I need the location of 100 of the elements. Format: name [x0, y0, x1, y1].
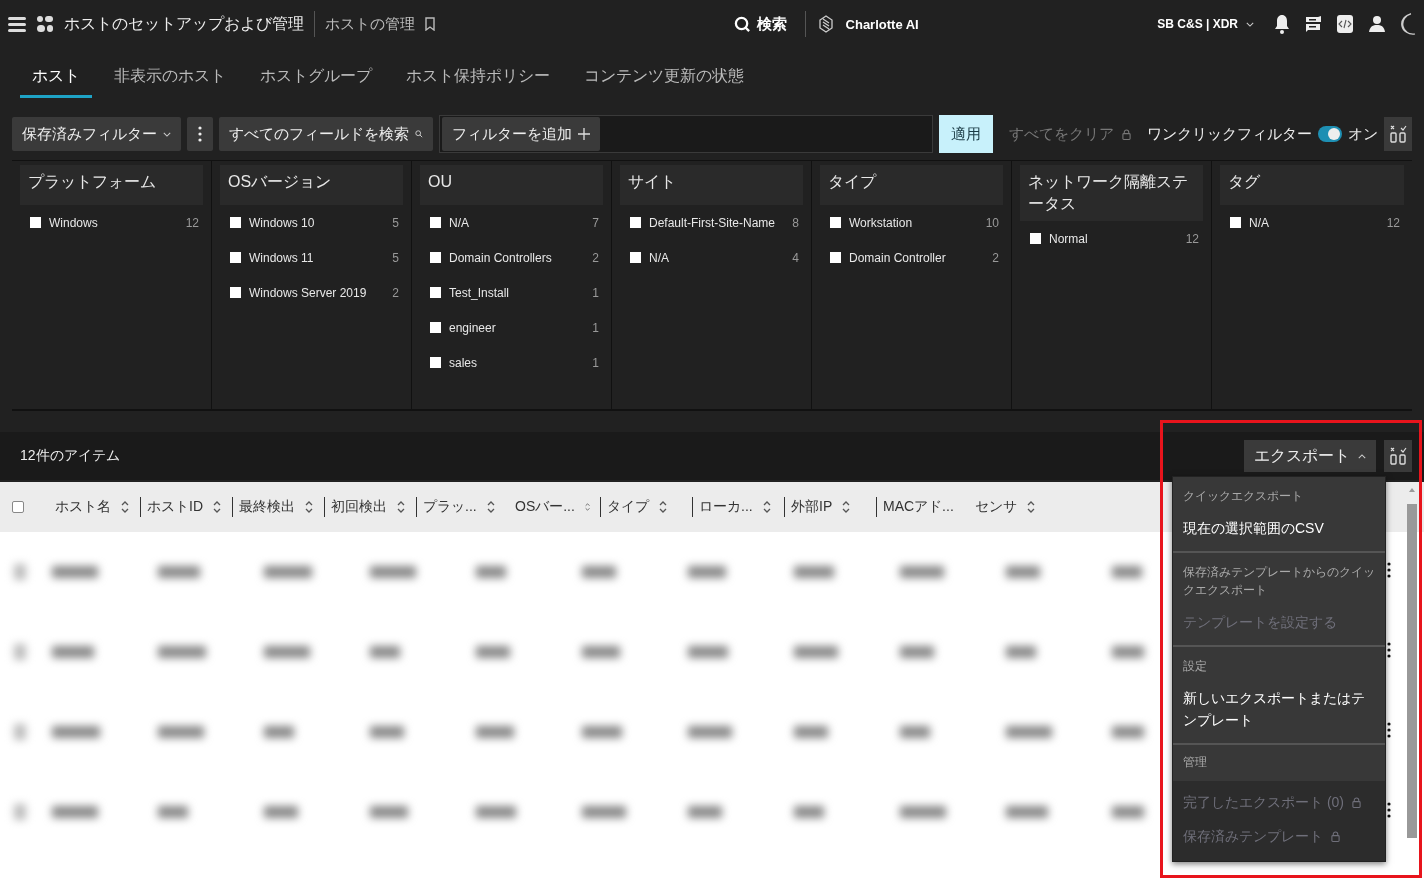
- checkbox[interactable]: [1230, 217, 1241, 228]
- facet-option-label[interactable]: N/A: [1249, 215, 1379, 230]
- columns-button[interactable]: [1384, 117, 1412, 151]
- facet-count: 12: [1185, 231, 1199, 246]
- select-all-checkbox[interactable]: [12, 501, 24, 513]
- checkbox[interactable]: [830, 217, 841, 228]
- columns-icon[interactable]: [1388, 446, 1408, 466]
- chat-icon[interactable]: [1304, 15, 1322, 33]
- checkbox[interactable]: [430, 217, 441, 228]
- checkbox[interactable]: [430, 252, 441, 263]
- facet-option-label[interactable]: Domain Controller: [849, 250, 985, 265]
- columns-icon[interactable]: [1388, 124, 1408, 144]
- bell-icon[interactable]: [1274, 14, 1290, 34]
- checkbox[interactable]: [230, 287, 241, 298]
- more-options-button[interactable]: [187, 117, 213, 151]
- column-header[interactable]: 最終検出: [232, 497, 320, 517]
- sort-icon: [486, 500, 495, 514]
- sort-icon: [659, 500, 667, 514]
- facet-option-label[interactable]: Normal: [1049, 231, 1178, 246]
- user-icon[interactable]: [1368, 15, 1386, 33]
- menu-item[interactable]: 現在の選択範囲のCSV: [1183, 511, 1375, 545]
- facet-option-label[interactable]: N/A: [449, 215, 585, 230]
- kebab-icon[interactable]: [1387, 642, 1391, 658]
- column-header[interactable]: ホスト名: [48, 497, 136, 517]
- checkbox[interactable]: [430, 287, 441, 298]
- facet-header: サイト: [620, 165, 803, 205]
- facet-option-label[interactable]: Default-First-Site-Name: [649, 215, 785, 230]
- columns-button[interactable]: [1384, 440, 1412, 472]
- add-filter-button[interactable]: フィルターを追加: [442, 117, 600, 151]
- column-header[interactable]: 外部IP: [784, 497, 872, 517]
- facet-option-label[interactable]: engineer: [449, 320, 585, 335]
- column-header[interactable]: センサ: [968, 497, 1056, 517]
- facet-count: 1: [592, 285, 599, 300]
- checkbox[interactable]: [230, 252, 241, 263]
- page-title: ホストの管理: [325, 14, 415, 34]
- moon-icon[interactable]: [1400, 13, 1416, 35]
- facet-header: ネットワーク隔離ステータス: [1020, 165, 1203, 221]
- lock-icon: [1331, 830, 1340, 842]
- facet-option-label[interactable]: Windows 11: [249, 250, 385, 265]
- tab[interactable]: 非表示のホスト: [102, 58, 238, 98]
- column-header[interactable]: 初回検出: [324, 497, 412, 517]
- code-icon[interactable]: [1336, 14, 1354, 34]
- facet-option-label[interactable]: Windows: [49, 215, 178, 230]
- export-button[interactable]: エクスポート: [1244, 440, 1376, 472]
- facet-option-label[interactable]: Test_Install: [449, 285, 585, 300]
- clear-all-button[interactable]: すべてをクリア: [999, 124, 1141, 144]
- assistant-link[interactable]: Charlotte AI: [845, 16, 919, 32]
- search-fields-button[interactable]: すべてのフィールドを検索: [219, 117, 433, 151]
- facet-count: 1: [592, 320, 599, 335]
- sort-icon: [584, 500, 590, 514]
- filter-input-field[interactable]: フィルターを追加: [439, 115, 933, 153]
- facet-count: 2: [392, 285, 399, 300]
- column-header[interactable]: ホストID: [140, 497, 228, 517]
- tab[interactable]: ホストグループ: [248, 58, 384, 98]
- column-header[interactable]: OSバー...: [508, 497, 596, 517]
- checkbox[interactable]: [430, 357, 441, 368]
- kebab-icon[interactable]: [1387, 562, 1391, 578]
- apply-button[interactable]: 適用: [939, 115, 993, 153]
- saved-filters-dropdown[interactable]: 保存済みフィルター: [12, 117, 181, 151]
- checkbox[interactable]: [1030, 233, 1041, 244]
- kebab-icon[interactable]: [1387, 722, 1391, 738]
- checkbox[interactable]: [230, 217, 241, 228]
- facet-header: プラットフォーム: [20, 165, 203, 205]
- checkbox[interactable]: [630, 217, 641, 228]
- facet-option-label[interactable]: Workstation: [849, 215, 978, 230]
- facet-count: 8: [792, 215, 799, 230]
- facet-option-label[interactable]: sales: [449, 355, 585, 370]
- menu-section-heading: 保存済みテンプレートからのクイックエクスポート: [1183, 564, 1375, 599]
- facet-option-label[interactable]: Windows 10: [249, 215, 385, 230]
- sort-icon: [121, 500, 129, 514]
- tab[interactable]: ホスト: [20, 58, 92, 98]
- column-header[interactable]: タイプ: [600, 497, 688, 517]
- caret-icon: [1246, 21, 1254, 27]
- facet-header: タグ: [1220, 165, 1404, 205]
- tab[interactable]: コンテンツ更新の状態: [572, 58, 756, 98]
- menu-section-heading: 管理: [1182, 754, 1208, 771]
- facet-count: 12: [1386, 215, 1400, 230]
- sort-icon: [213, 500, 221, 514]
- column-header[interactable]: MACアド...: [876, 497, 964, 517]
- facet-count: 2: [592, 250, 599, 265]
- column-header[interactable]: ローカ...: [692, 497, 780, 517]
- facet-option-label[interactable]: Windows Server 2019: [249, 285, 385, 300]
- facet-count: 7: [592, 215, 599, 230]
- facet-header: OU: [420, 165, 603, 205]
- checkbox[interactable]: [830, 252, 841, 263]
- checkbox[interactable]: [630, 252, 641, 263]
- checkbox[interactable]: [30, 217, 41, 228]
- tab[interactable]: ホスト保持ポリシー: [394, 58, 562, 98]
- menu-item[interactable]: 新しいエクスポートまたはテンプレート: [1183, 681, 1375, 737]
- checkbox[interactable]: [430, 322, 441, 333]
- facet-option-label[interactable]: Domain Controllers: [449, 250, 585, 265]
- toggle-switch[interactable]: [1318, 126, 1342, 142]
- kebab-icon[interactable]: [1387, 802, 1391, 818]
- toggle-state-label: オン: [1348, 124, 1378, 144]
- menu-icon[interactable]: [8, 16, 26, 32]
- facet-option-label[interactable]: N/A: [649, 250, 785, 265]
- column-header[interactable]: プラッ...: [416, 497, 504, 517]
- tenant-selector[interactable]: SB C&S | XDR: [1151, 16, 1260, 32]
- bookmark-icon[interactable]: [425, 17, 435, 31]
- search-button[interactable]: 検索: [727, 13, 793, 35]
